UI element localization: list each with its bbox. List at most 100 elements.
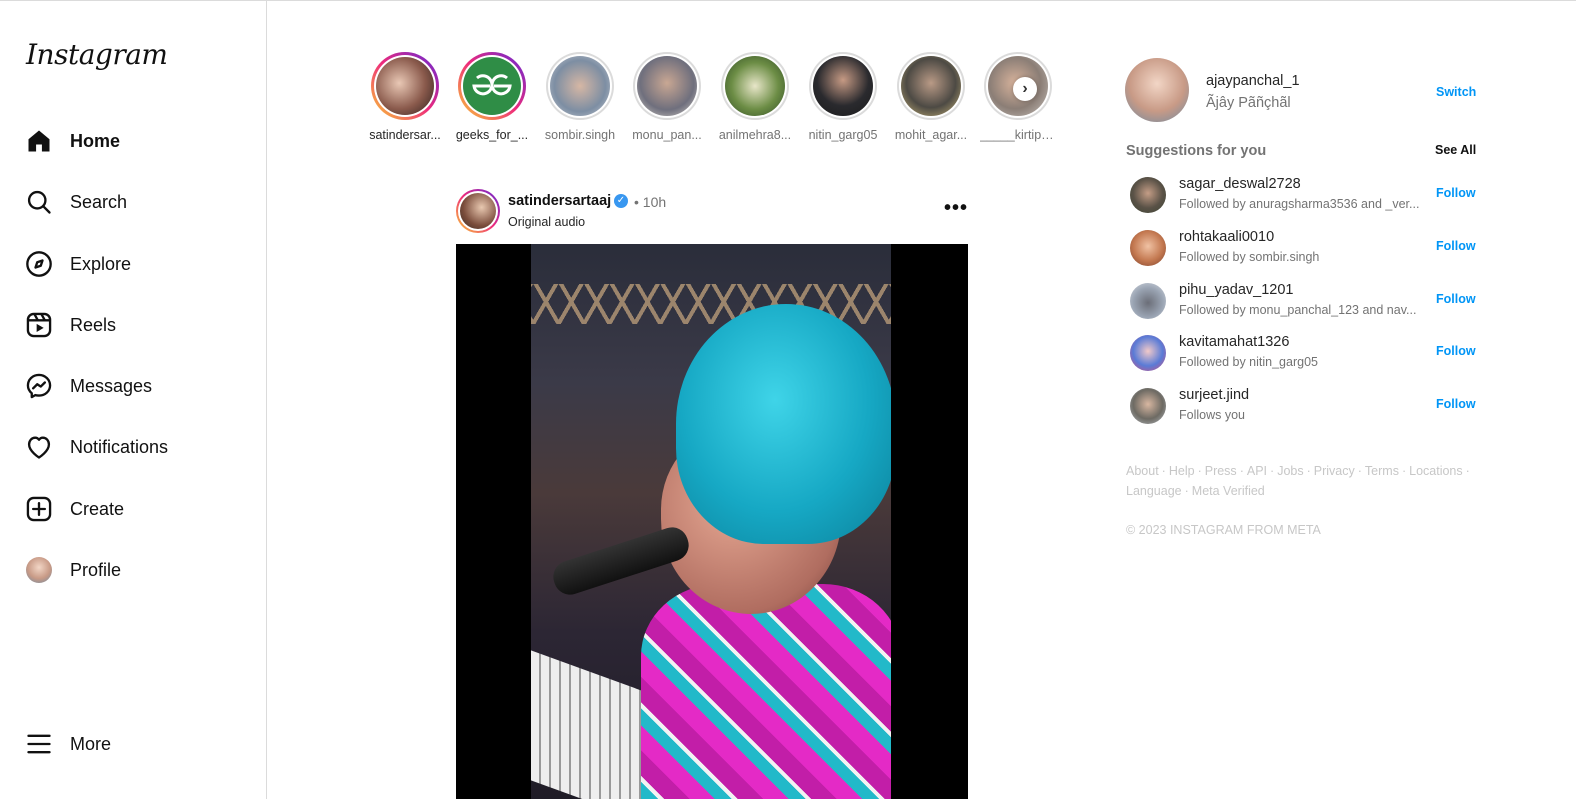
story-ring (546, 52, 614, 120)
story-avatar (550, 56, 610, 116)
post-timestamp[interactable]: • 10h (634, 194, 666, 210)
story-username: anilmehra8... (718, 128, 792, 142)
sidebar-item-create[interactable]: Create (24, 489, 124, 529)
sidebar: Instagram Home Search Explore Reels Mess… (0, 0, 267, 799)
follow-button[interactable]: Follow (1436, 292, 1476, 306)
suggestion-subtext: Followed by monu_panchal_123 and nav... (1179, 303, 1417, 317)
story-item[interactable]: sombir.singh (542, 52, 618, 142)
post-video-frame (531, 244, 891, 799)
chevron-right-icon: › (1022, 80, 1028, 97)
compass-icon (24, 249, 54, 279)
suggestion-item: rohtakaali0010 Followed by sombir.singh … (1130, 229, 1476, 274)
turban-shape (676, 304, 891, 544)
story-avatar (637, 56, 697, 116)
post-audio-link[interactable]: Original audio (508, 215, 585, 229)
story-username: monu_pan... (632, 128, 702, 142)
footer-link[interactable]: About (1126, 464, 1159, 478)
sidebar-item-more[interactable]: More (24, 724, 111, 764)
post-header: satindersartaaj ✓ • 10h Original audio •… (456, 189, 968, 235)
story-ring (721, 52, 789, 120)
sidebar-item-label: Reels (70, 314, 117, 335)
story-avatar (376, 57, 434, 115)
story-avatar (725, 56, 785, 116)
suggestion-item: pihu_yadav_1201 Followed by monu_panchal… (1130, 282, 1476, 327)
sidebar-item-label: More (70, 733, 112, 754)
geeksforgeeks-logo (463, 57, 521, 115)
story-item[interactable]: nitin_garg05 (805, 52, 881, 142)
footer-link[interactable]: Press (1205, 464, 1237, 478)
stories-tray: satindersar... geeks_for_... sombir.sing… (366, 52, 1066, 152)
story-ring (897, 52, 965, 120)
story-ring (371, 52, 439, 120)
sidebar-item-explore[interactable]: Explore (24, 244, 131, 284)
instagram-logo[interactable]: Instagram (26, 38, 168, 71)
sidebar-item-messages[interactable]: Messages (24, 366, 152, 406)
suggestion-username[interactable]: sagar_deswal2728 (1179, 176, 1301, 192)
footer-link[interactable]: Help (1169, 464, 1195, 478)
post-author-username[interactable]: satindersartaaj (508, 193, 611, 209)
sidebar-item-label: Explore (70, 253, 132, 274)
suggestion-avatar[interactable] (1130, 177, 1166, 213)
sidebar-item-reels[interactable]: Reels (24, 305, 116, 345)
story-username: nitin_garg05 (808, 128, 878, 142)
sidebar-item-search[interactable]: Search (24, 182, 127, 222)
story-username: satindersar... (369, 128, 441, 142)
story-ring (458, 52, 526, 120)
see-all-link[interactable]: See All (1435, 143, 1476, 157)
footer-link[interactable]: Terms (1365, 464, 1399, 478)
post-media[interactable] (456, 244, 968, 799)
suggestion-avatar[interactable] (1130, 283, 1166, 319)
sidebar-item-notifications[interactable]: Notifications (24, 427, 168, 467)
plus-square-icon (24, 494, 54, 524)
suggestion-item: surjeet.jind Follows you Follow (1130, 387, 1476, 432)
post-author-avatar[interactable] (456, 189, 500, 233)
current-user-avatar[interactable] (1125, 58, 1189, 122)
story-item[interactable]: satindersar... (367, 52, 443, 142)
switch-account-button[interactable]: Switch (1436, 85, 1476, 99)
sidebar-item-profile[interactable]: Profile (24, 550, 121, 590)
story-item[interactable]: mohit_agar... (893, 52, 969, 142)
story-item[interactable]: monu_pan... (629, 52, 705, 142)
suggestion-username[interactable]: pihu_yadav_1201 (1179, 282, 1294, 298)
story-item[interactable]: geeks_for_... (454, 52, 530, 142)
suggestion-avatar[interactable] (1130, 388, 1166, 424)
more-options-icon[interactable]: ••• (944, 197, 968, 220)
heart-icon (24, 432, 54, 462)
suggestion-item: kavitamahat1326 Followed by nitin_garg05… (1130, 334, 1476, 379)
reels-icon (24, 310, 54, 340)
suggestion-username[interactable]: surjeet.jind (1179, 387, 1249, 403)
story-username: _____kirtipa... (980, 128, 1056, 142)
sidebar-item-label: Search (70, 191, 128, 212)
footer-links: About · Help · Press · API · Jobs · Privacy · Terms ·… (1126, 464, 1470, 498)
current-user-username[interactable]: ajaypanchal_1 (1206, 73, 1300, 89)
footer-link[interactable]: Privacy (1314, 464, 1355, 478)
suggestion-avatar[interactable] (1130, 335, 1166, 371)
current-user-fullname: Ãjây Pãñçhãl (1206, 95, 1291, 111)
footer-link[interactable]: API (1247, 464, 1267, 478)
footer-link[interactable]: Jobs (1277, 464, 1303, 478)
follow-button[interactable]: Follow (1436, 239, 1476, 253)
suggestion-subtext: Followed by nitin_garg05 (1179, 355, 1318, 369)
follow-button[interactable]: Follow (1436, 344, 1476, 358)
suggestion-subtext: Followed by sombir.singh (1179, 250, 1320, 264)
stories-next-button[interactable]: › (1013, 77, 1037, 101)
copyright: © 2023 INSTAGRAM FROM META (1126, 523, 1321, 537)
footer-link[interactable]: Locations (1409, 464, 1463, 478)
story-ring (633, 52, 701, 120)
follow-button[interactable]: Follow (1436, 186, 1476, 200)
suggestion-avatar[interactable] (1130, 230, 1166, 266)
microphone-shape (549, 523, 693, 599)
follow-button[interactable]: Follow (1436, 397, 1476, 411)
suggestion-subtext: Followed by anuragsharma3536 and _ver... (1179, 197, 1420, 211)
sidebar-item-label: Messages (70, 375, 153, 396)
avatar (24, 555, 54, 585)
footer-link[interactable]: Language (1126, 484, 1182, 498)
footer-link[interactable]: Meta Verified (1192, 484, 1265, 498)
sidebar-item-home[interactable]: Home (24, 121, 120, 161)
sidebar-item-label: Notifications (70, 436, 169, 457)
suggestion-username[interactable]: rohtakaali0010 (1179, 229, 1274, 245)
story-item[interactable]: anilmehra8... (717, 52, 793, 142)
story-username: geeks_for_... (455, 128, 529, 142)
suggestion-username[interactable]: kavitamahat1326 (1179, 334, 1289, 350)
shirt-shape (641, 584, 891, 799)
